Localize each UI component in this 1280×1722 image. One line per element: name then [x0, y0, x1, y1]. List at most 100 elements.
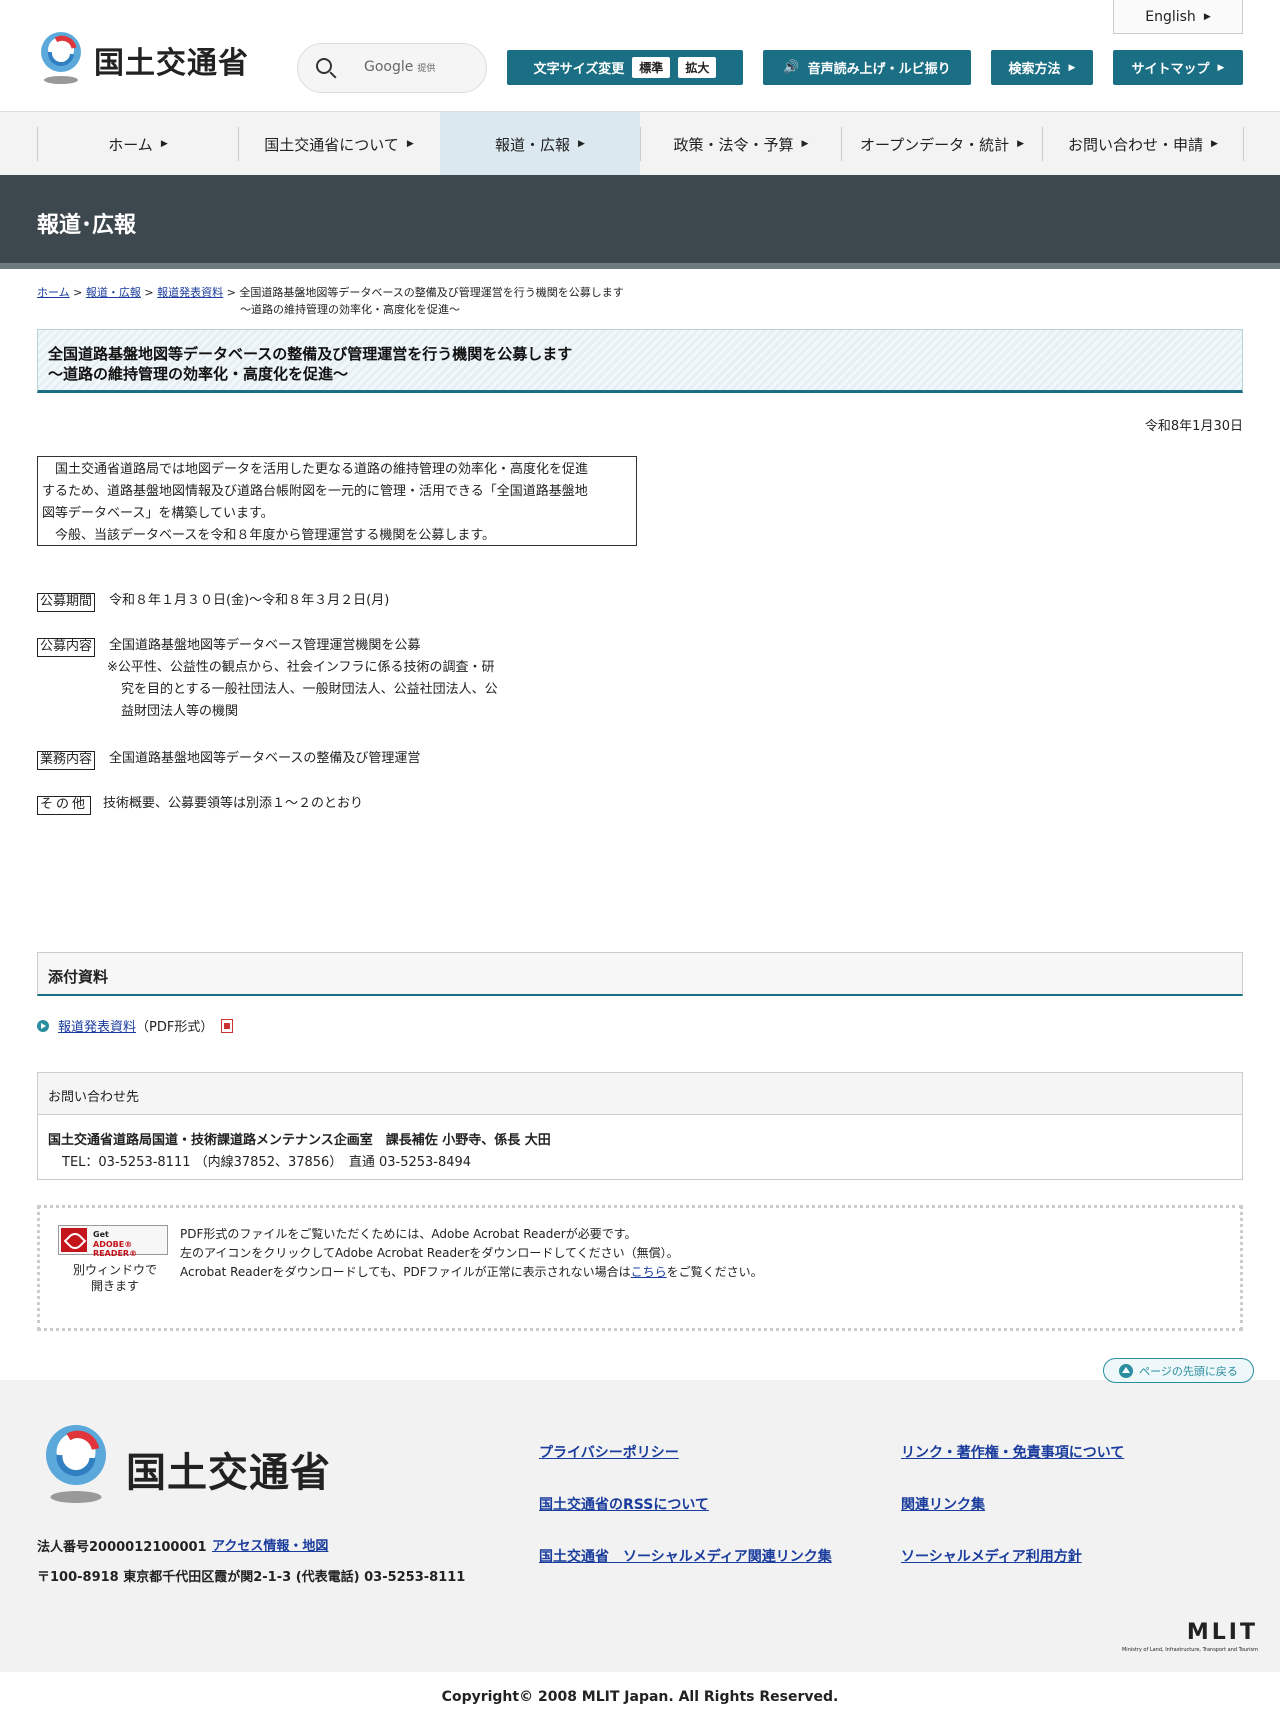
breadcrumb-releases[interactable]: 報道発表資料: [157, 286, 223, 299]
contact-tel: TEL：03-5253-8111 （内線37852、37856） 直通 03-5…: [62, 1155, 472, 1170]
summary-line: するため、道路基盤地図情報及び道路台帳附図を一元的に管理・活用できる「全国道路基…: [42, 484, 588, 499]
corp-number: 法人番号2000012100001: [37, 1540, 207, 1555]
global-nav: ホーム ▶ 国土交通省について ▶ 報道・広報 ▶ 政策・法令・予算 ▶ オープンデータ…: [0, 111, 1280, 176]
breadcrumb-current-sub: ～道路の維持管理の効率化・高度化を促進～: [240, 303, 460, 316]
nav-item-contact[interactable]: お問い合わせ・申請 ▶: [1043, 112, 1243, 176]
voice-reading-label: 音声読み上げ・ルビ振り: [807, 62, 951, 77]
copyright-disclaimer-link[interactable]: リンク・著作権・免責事項について: [901, 1442, 1124, 1462]
logo-text[interactable]: 国土交通省: [94, 38, 249, 82]
badge-text: ADOBE® READER®: [93, 1240, 138, 1258]
contact-heading: お問い合わせ先: [38, 1073, 1242, 1115]
arrow-up-icon: [1119, 1363, 1134, 1378]
summary-line: 今般、当該データベースを令和８年度から管理運営する機関を公募します。: [42, 528, 496, 543]
mlit-logo-icon[interactable]: [36, 30, 86, 86]
font-large-button[interactable]: 拡大: [678, 57, 717, 78]
adobe-reader-icon: [61, 1228, 87, 1252]
arrow-right-icon: ▶: [1017, 139, 1025, 149]
other-label: その他: [37, 796, 92, 815]
breadcrumb-sep: >: [144, 286, 158, 299]
publish-date: 令和8年1月30日: [1144, 419, 1243, 434]
breadcrumb-press[interactable]: 報道・広報: [86, 286, 141, 299]
social-media-links-link[interactable]: 国土交通省 ソーシャルメディア関連リンク集: [539, 1546, 832, 1566]
arrow-right-icon: ▶: [1068, 62, 1076, 73]
pdf-icon: [221, 1018, 234, 1033]
breadcrumb-current: 全国道路基盤地図等データベースの整備及び管理運営を行う機関を公募します: [239, 286, 624, 299]
english-link[interactable]: English ▶: [1113, 0, 1243, 34]
speaker-icon: 🔊: [783, 60, 800, 75]
acrobat-text: PDF形式のファイルをご覧いただくためには、Adobe Acrobat Read…: [180, 1227, 637, 1241]
arrow-right-icon: ▶: [406, 139, 414, 149]
arrow-right-icon: ▶: [801, 139, 809, 149]
sitemap-button[interactable]: サイトマップ ▶: [1113, 50, 1243, 85]
mlit-logo: MLIT: [1186, 1620, 1258, 1645]
acrobat-text: 左のアイコンをクリックしてAdobe Acrobat Readerをダウンロード…: [180, 1246, 679, 1260]
nav-divider: [1243, 127, 1244, 161]
breadcrumb-sep: >: [226, 286, 240, 299]
attachment-item: 報道発表資料 （PDF形式）: [37, 1016, 234, 1035]
here-link[interactable]: こちら: [631, 1265, 667, 1279]
work-label: 業務内容: [37, 751, 96, 770]
work-value: 全国道路基盤地図等データベースの整備及び管理運営: [109, 751, 421, 766]
content-label: 公募内容: [37, 638, 96, 657]
page-top-label: ページの先頭に戻る: [1139, 1364, 1238, 1378]
get-adobe-reader-button[interactable]: Get ADOBE® READER®: [58, 1225, 168, 1258]
summary-line: 図等データベース」を構築しています。: [42, 506, 274, 521]
english-label: English: [1145, 8, 1196, 25]
search-placeholder: Google 提供: [364, 59, 436, 75]
nav-item-policy[interactable]: 政策・法令・予算 ▶: [641, 112, 841, 176]
article-subtitle: ～道路の維持管理の効率化・高度化を促進～: [48, 365, 349, 383]
acrobat-text: Acrobat Readerをダウンロードしても、PDFファイルが正常に表示され…: [180, 1265, 763, 1279]
voice-reading-button[interactable]: 🔊 音声読み上げ・ルビ振り: [763, 50, 971, 85]
footer-logo-text: 国土交通省: [126, 1450, 331, 1496]
arrow-right-icon: ▶: [578, 139, 585, 149]
content-note: 益財団法人等の機関: [121, 704, 239, 719]
mlit-wordmark: MLIT Ministry of Land, Infrastructure, T…: [1100, 1620, 1260, 1660]
site-header: 国土交通省 Google 提供 文字サイズ変更 標準 拡大 🔊 音声読み上げ・ルビ…: [0, 0, 1280, 111]
contact-org: 国土交通省道路局国道・技術課道路メンテナンス企画室 課長補佐 小野寺、係長 大田: [48, 1133, 551, 1148]
font-size-label: 文字サイズ変更: [533, 62, 625, 77]
site-search-input[interactable]: Google 提供: [297, 43, 487, 93]
section-banner: 報道･広報: [0, 175, 1280, 269]
nav-item-home[interactable]: ホーム ▶: [38, 112, 238, 176]
footer-logo-icon[interactable]: [37, 1422, 115, 1506]
page-top-button[interactable]: ページの先頭に戻る: [1103, 1358, 1254, 1383]
sitemap-label: サイトマップ: [1131, 62, 1210, 77]
period-value: 令和８年１月３０日(金)～令和８年３月２日(月): [109, 593, 390, 608]
arrow-right-icon: ▶: [1203, 11, 1211, 22]
nav-item-press[interactable]: 報道・広報 ▶: [440, 112, 640, 176]
press-release-pdf-link[interactable]: 報道発表資料: [58, 1016, 136, 1035]
privacy-policy-link[interactable]: プライバシーポリシー: [539, 1442, 679, 1462]
content-value: 全国道路基盤地図等データベース管理運営機関を公募: [109, 638, 421, 653]
address: 〒100-8918 東京都千代田区霞が関2-1-3 (代表電話) 03-5253…: [37, 1570, 466, 1585]
period-label: 公募期間: [37, 593, 96, 612]
content-note: 究を目的とする一般社団法人、一般財団法人、公益社団法人、公: [121, 682, 498, 697]
mlit-subtitle: Ministry of Land, Infrastructure, Transp…: [1121, 1647, 1258, 1653]
summary-box: 国土交通省道路局では地図データを活用した更なる道路の維持管理の効率化・高度化を促…: [37, 456, 637, 546]
site-footer: [0, 1380, 1280, 1672]
badge-text: Get: [93, 1230, 109, 1239]
search-icon[interactable]: [316, 58, 332, 74]
social-media-policy-link[interactable]: ソーシャルメディア利用方針: [901, 1546, 1082, 1566]
search-method-label: 検索方法: [1008, 62, 1061, 77]
content-note: ※公平性、公益性の観点から、社会インフラに係る技術の調査・研: [107, 660, 495, 675]
article-title-box: 全国道路基盤地図等データベースの整備及び管理運営を行う機関を公募します ～道路の…: [37, 329, 1243, 393]
pdf-format-label: （PDF形式）: [136, 1020, 214, 1035]
font-standard-button[interactable]: 標準: [632, 57, 671, 78]
other-value: 技術概要、公募要領等は別添１～２のとおり: [103, 796, 364, 811]
breadcrumb-home[interactable]: ホーム: [37, 286, 70, 299]
summary-line: 国土交通省道路局では地図データを活用した更なる道路の維持管理の効率化・高度化を促…: [42, 462, 589, 477]
nav-item-opendata[interactable]: オープンデータ・統計 ▶: [842, 112, 1042, 176]
search-method-button[interactable]: 検索方法 ▶: [991, 50, 1093, 85]
bullet-arrow-icon: [37, 1019, 49, 1032]
attachments-heading: 添付資料: [37, 952, 1243, 996]
arrow-right-icon: ▶: [1217, 62, 1225, 73]
article-title: 全国道路基盤地図等データベースの整備及び管理運営を行う機関を公募します: [48, 345, 573, 363]
access-map-link[interactable]: アクセス情報・地図: [212, 1535, 328, 1554]
new-window-caption: 別ウィンドウで 開きます: [72, 1263, 157, 1293]
related-links-link[interactable]: 関連リンク集: [901, 1494, 985, 1514]
rss-link[interactable]: 国土交通省のRSSについて: [539, 1494, 709, 1514]
nav-item-about[interactable]: 国土交通省について ▶: [239, 112, 439, 176]
acrobat-notice: Get ADOBE® READER® 別ウィンドウで 開きます PDF形式のファ…: [37, 1205, 1243, 1331]
section-title: 報道･広報: [37, 213, 137, 238]
copyright: Copyright© 2008 MLIT Japan. All Rights R…: [0, 1672, 1280, 1722]
